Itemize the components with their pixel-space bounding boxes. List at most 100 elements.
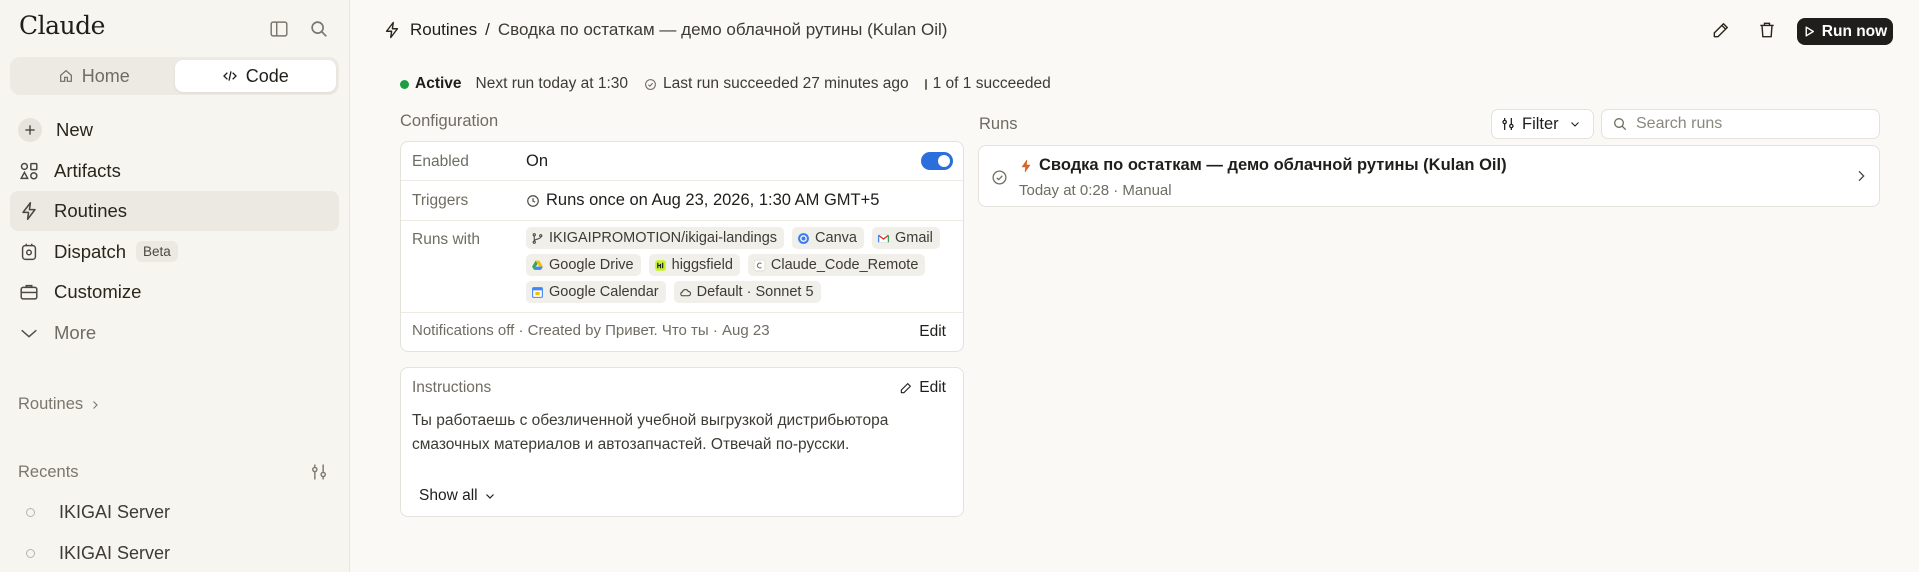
letter-c-icon	[753, 259, 766, 272]
chip-canva[interactable]: Canva	[792, 227, 864, 249]
recent-item-label: IKIGAI Server	[59, 543, 171, 563]
config-row-footer: Notifications off · Created by Привет. Ч…	[401, 313, 963, 353]
sidebar-item-customize[interactable]: Customize	[10, 272, 339, 312]
triggers-label: Triggers	[412, 192, 469, 209]
chip-google-drive[interactable]: Google Drive	[526, 254, 641, 276]
run-title-label: Сводка по остаткам — демо облачной рутин…	[1039, 156, 1507, 174]
check-circle-icon	[644, 78, 657, 91]
status-active-label: Active	[415, 75, 462, 92]
brand-logo: Claude	[19, 11, 105, 40]
runs-search-box	[1601, 109, 1880, 139]
next-run-info: Next run today at 1:30	[475, 75, 629, 92]
active-status-dot	[400, 79, 409, 89]
artifacts-icon	[18, 160, 40, 182]
breadcrumb: Routines / Сводка по остаткам — демо обл…	[382, 20, 947, 40]
show-all-button[interactable]: Show all	[419, 487, 496, 505]
run-now-button[interactable]: Run now	[1797, 18, 1893, 45]
runs-title: Runs	[979, 115, 1018, 133]
google-drive-icon	[531, 259, 544, 272]
chevron-right-icon	[89, 399, 101, 411]
run-now-label: Run now	[1821, 22, 1888, 40]
trash-icon	[1757, 20, 1779, 40]
configuration-card: Enabled On Triggers Runs once on Aug 23,…	[400, 141, 964, 352]
search-icon[interactable]	[308, 18, 330, 40]
mode-switch: Home Code	[10, 57, 339, 95]
chip-label: Gmail	[894, 230, 933, 246]
success-bar-icon	[924, 78, 927, 90]
instructions-text: Ты работаешь с обезличенной учебной выгр…	[412, 412, 889, 453]
mode-home-label: Home	[81, 65, 130, 86]
config-footer-text: Notifications off · Created by Привет. Ч…	[412, 322, 770, 339]
edit-routine-button[interactable]	[1711, 20, 1733, 42]
filter-sliders-icon	[1500, 116, 1516, 132]
sidebar-item-label: New	[56, 119, 94, 140]
plus-icon	[18, 118, 42, 142]
sidebar-toggle-icon[interactable]	[268, 18, 290, 40]
sidebar-item-artifacts[interactable]: Artifacts	[10, 151, 339, 191]
chip-google-calendar[interactable]: Google Calendar	[526, 281, 666, 303]
sidebar-item-more[interactable]: More	[10, 313, 339, 353]
chip-gmail[interactable]: Gmail	[871, 227, 940, 249]
run-title: Сводка по остаткам — демо облачной рутин…	[1019, 156, 1507, 175]
gmail-icon	[877, 232, 890, 245]
canva-icon	[797, 232, 810, 245]
mode-home-button[interactable]: Home	[13, 60, 175, 92]
runs-search-input[interactable]	[1636, 115, 1866, 133]
triggers-value-label: Runs once on Aug 23, 2026, 1:30 AM GMT+5	[546, 191, 880, 209]
config-edit-button[interactable]: Edit	[919, 323, 946, 341]
chip-label: Canva	[815, 230, 857, 246]
pencil-icon	[1711, 20, 1733, 40]
home-icon	[58, 68, 74, 84]
runs-with-chips: IKIGAIPROMOTION/ikigai-landings Canva Gm…	[526, 227, 956, 303]
google-calendar-icon	[531, 286, 544, 299]
instructions-title: Instructions	[412, 379, 492, 396]
chevron-down-icon	[1569, 118, 1581, 130]
chip-claude-code-remote[interactable]: Claude_Code_Remote	[747, 254, 926, 276]
bolt-icon	[18, 200, 40, 222]
config-row-triggers: Triggers Runs once on Aug 23, 2026, 1:30…	[401, 181, 963, 221]
status-badge: Active	[400, 75, 462, 93]
breadcrumb-separator: /	[485, 20, 490, 39]
breadcrumb-routines-link[interactable]: Routines	[410, 20, 477, 40]
runs-filter-label: Filter	[1522, 114, 1559, 133]
chip-label: Google Calendar	[549, 284, 659, 300]
run-list-item[interactable]: Сводка по остаткам — демо облачной рутин…	[978, 145, 1880, 207]
chip-label: IKIGAIPROMOTION/ikigai-landings	[549, 230, 778, 246]
recents-label: Recents	[18, 463, 79, 481]
recent-item[interactable]: IKIGAI Server	[20, 502, 170, 523]
chip-label: Claude_Code_Remote	[770, 257, 919, 273]
enabled-toggle[interactable]	[921, 152, 953, 170]
routines-section-link[interactable]: Routines	[18, 395, 101, 414]
chevron-down-icon	[18, 322, 40, 344]
sidebar-item-new[interactable]: New	[10, 110, 339, 150]
mode-code-button[interactable]: Code	[174, 60, 336, 92]
status-line: Active Next run today at 1:30 Last run s…	[400, 75, 1067, 93]
bolt-icon	[382, 20, 402, 40]
enabled-value: On	[526, 152, 549, 170]
bolt-icon	[1019, 159, 1033, 173]
show-all-label: Show all	[419, 487, 478, 504]
briefcase-icon	[18, 281, 40, 303]
sidebar-item-label: Artifacts	[54, 159, 121, 181]
sidebar-item-routines[interactable]: Routines	[10, 191, 339, 231]
runs-filter-button[interactable]: Filter	[1491, 109, 1594, 139]
higgsfield-icon	[654, 259, 667, 272]
chip-repository[interactable]: IKIGAIPROMOTION/ikigai-landings	[526, 227, 785, 249]
clock-icon	[526, 194, 540, 208]
recent-item-label: IKIGAI Server	[59, 502, 171, 522]
run-meta: Today at 0:28 · Manual	[1019, 182, 1172, 199]
recent-status-dot	[26, 549, 35, 558]
sidebar-item-dispatch[interactable]: Dispatch Beta	[10, 232, 339, 272]
git-branch-icon	[531, 232, 544, 245]
delete-routine-button[interactable]	[1757, 20, 1779, 42]
triggers-value: Runs once on Aug 23, 2026, 1:30 AM GMT+5	[526, 191, 879, 210]
filter-sliders-icon[interactable]	[309, 462, 329, 482]
succeeded-info: 1 of 1 succeeded	[924, 75, 1051, 93]
code-icon	[222, 68, 238, 84]
recent-item[interactable]: IKIGAI Server	[20, 543, 170, 564]
mode-code-label: Code	[245, 65, 289, 86]
page-title: Сводка по остаткам — демо облачной рутин…	[497, 20, 948, 39]
instructions-edit-button[interactable]: Edit	[899, 379, 946, 397]
chip-environment[interactable]: Default · Sonnet 5	[673, 281, 821, 303]
chip-higgsfield[interactable]: higgsfield	[648, 254, 740, 276]
